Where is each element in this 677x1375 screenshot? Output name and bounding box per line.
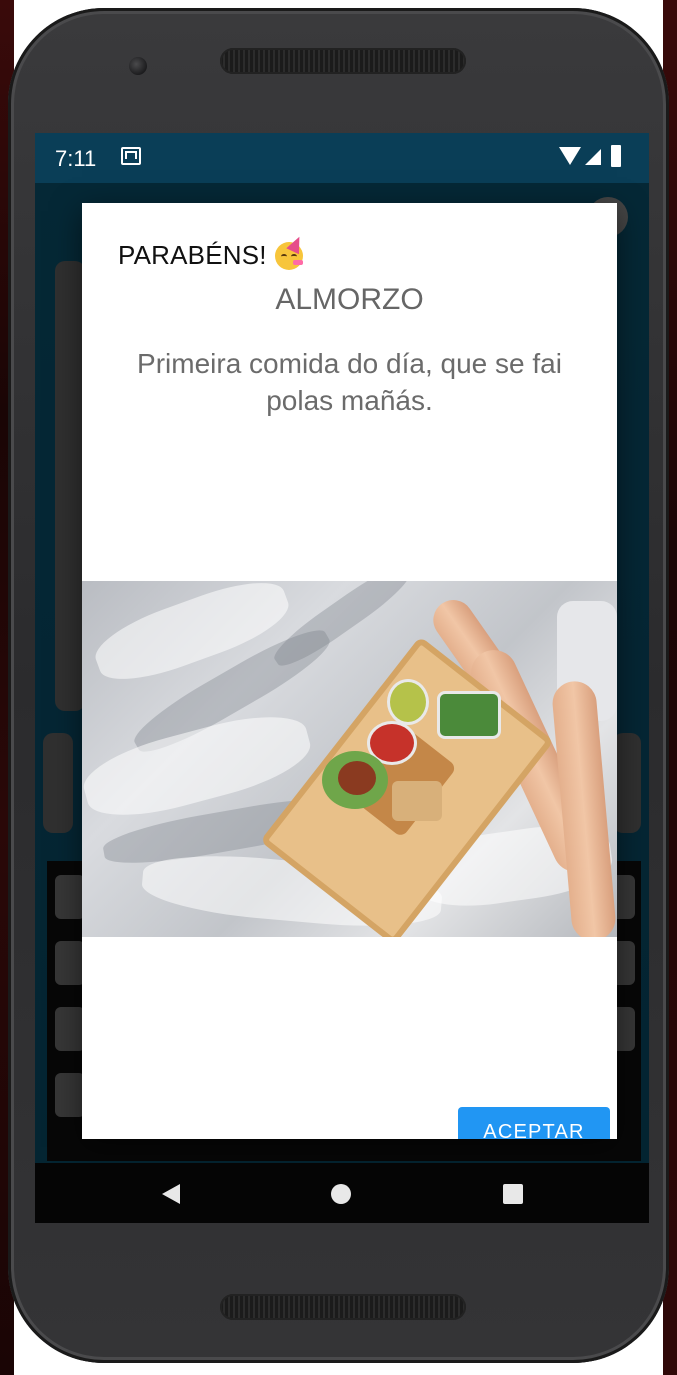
signal-icon <box>585 149 601 165</box>
battery-icon <box>611 145 621 167</box>
congratulations-dialog: PARABÉNS! ALMORZO Primeira comida do día… <box>82 203 617 1139</box>
earpiece-speaker <box>220 48 466 74</box>
recents-icon[interactable] <box>503 1184 523 1204</box>
status-icons <box>559 145 629 169</box>
party-face-icon <box>273 233 307 270</box>
navigation-bar <box>35 1163 649 1223</box>
breakfast-tray-image <box>82 581 617 937</box>
dialog-title-row: PARABÉNS! <box>118 233 307 271</box>
gmail-icon <box>121 147 141 165</box>
dialog-description: Primeira comida do día, que se fai polas… <box>137 348 562 416</box>
accept-button[interactable]: ACEPTAR <box>458 1107 610 1139</box>
home-icon[interactable] <box>331 1184 351 1204</box>
status-bar: 7:11 <box>35 133 649 183</box>
status-time: 7:11 <box>55 146 97 171</box>
dialog-title: PARABÉNS! <box>118 240 267 270</box>
phone-frame: 7:11 PARABÉNS! ALMORZO Primeira comida d… <box>8 8 669 1363</box>
bottom-speaker <box>220 1294 466 1320</box>
phone-screen: 7:11 PARABÉNS! ALMORZO Primeira comida d… <box>35 133 649 1223</box>
wifi-icon <box>559 147 581 165</box>
front-camera <box>129 57 147 75</box>
back-icon[interactable] <box>162 1184 180 1204</box>
dialog-subtitle: ALMORZO <box>275 283 424 316</box>
